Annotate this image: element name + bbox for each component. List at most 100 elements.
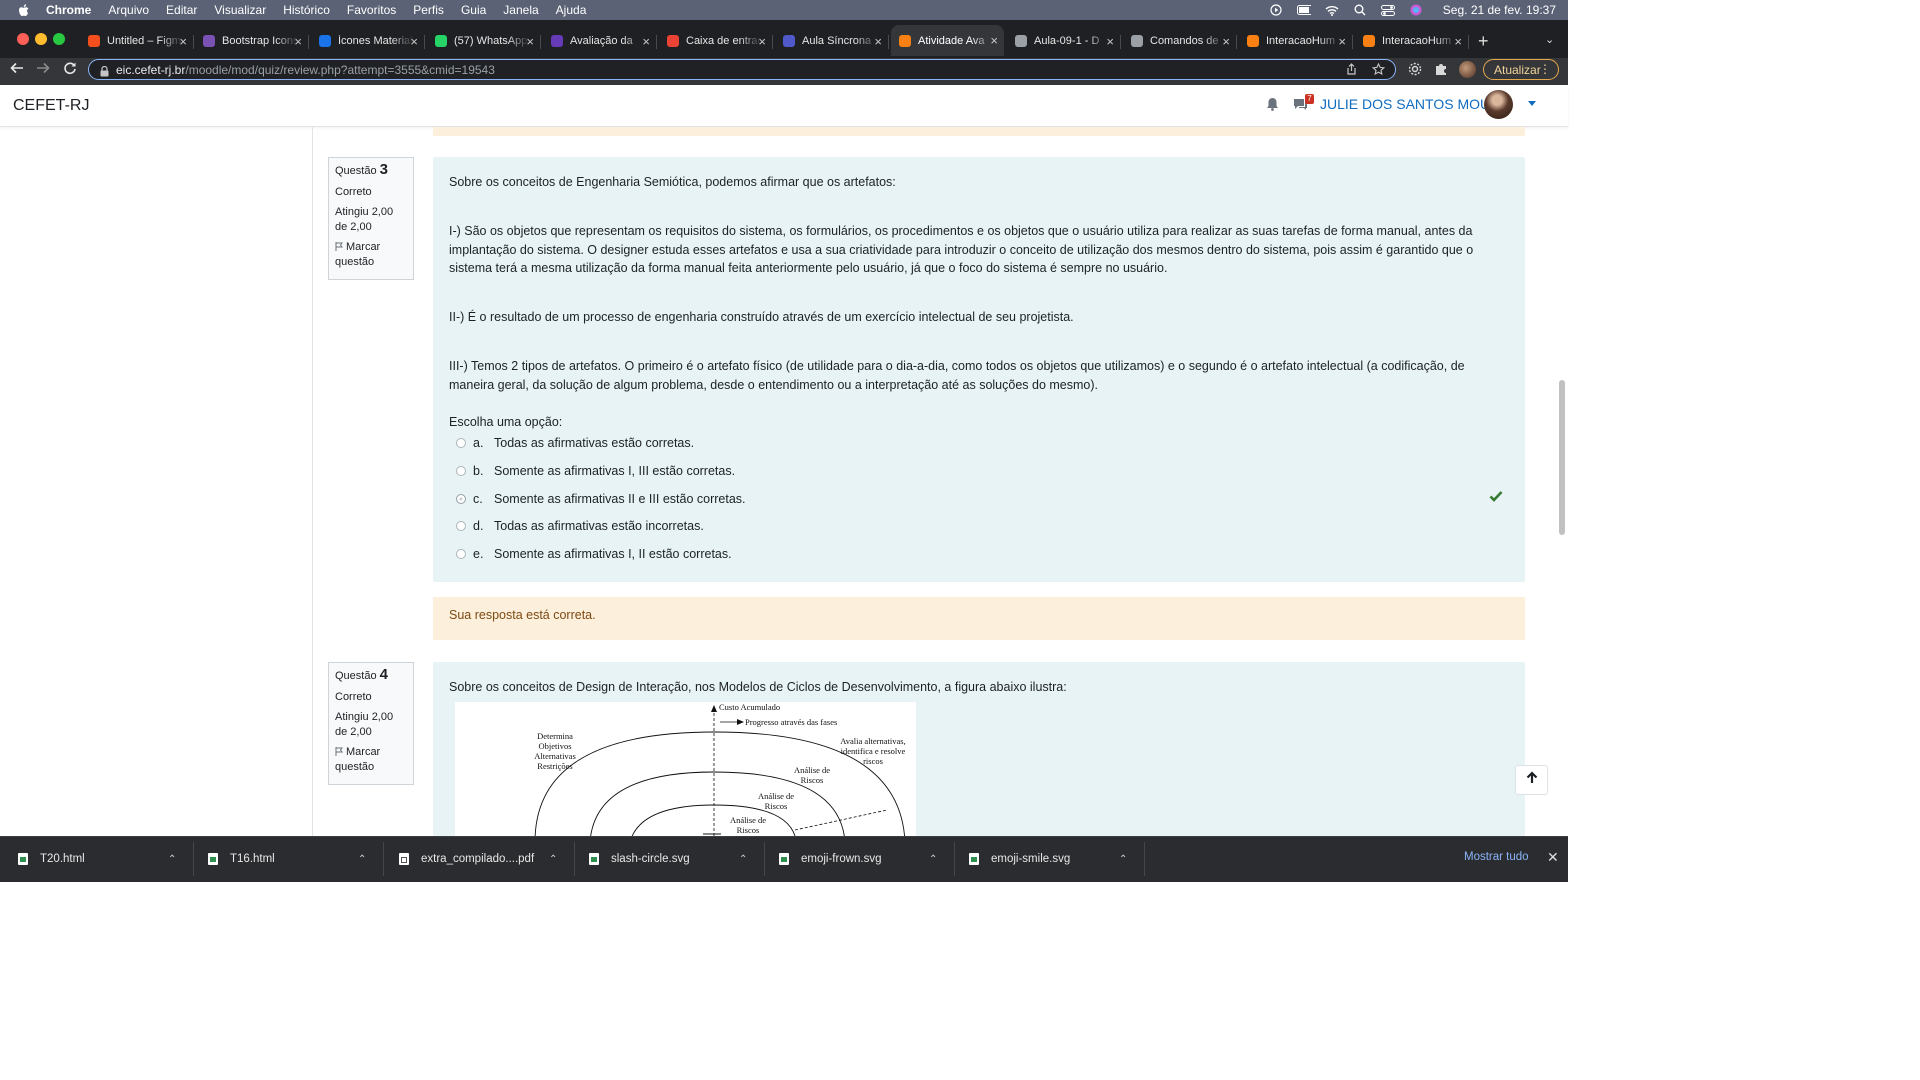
more-vert-icon[interactable]: ⋮ [1539,62,1551,76]
menu-visualizar[interactable]: Visualizar [214,3,266,17]
tab-close-icon[interactable]: × [179,34,187,49]
user-menu-name[interactable]: JULIE DOS SANTOS MOURA [1320,96,1510,112]
download-item[interactable]: extra_compilado....pdf ⌃ [399,836,569,882]
download-menu-chevron-icon[interactable]: ⌃ [1119,854,1127,865]
tab-3[interactable]: (57) WhatsApp × [427,27,541,55]
menu-guia[interactable]: Guia [461,3,486,17]
address-url[interactable]: eic.cefet-rj.br/moodle/mod/quiz/review.p… [116,63,495,77]
download-menu-chevron-icon[interactable]: ⌃ [739,854,747,865]
tab-close-icon[interactable]: × [990,33,998,48]
lock-icon[interactable] [100,64,109,77]
menu-janela[interactable]: Janela [503,3,538,17]
tab-close-icon[interactable]: × [874,34,882,49]
tab-1[interactable]: Bootstrap Icons × [195,27,309,55]
back-arrow-icon[interactable] [10,61,24,79]
tab-4[interactable]: Avaliação da × [543,27,657,55]
share-icon[interactable] [1346,63,1357,78]
show-all-downloads-link[interactable]: Mostrar tudo [1464,851,1529,863]
tab-7[interactable]: Atividade Ava × [891,25,1004,56]
battery-icon[interactable] [1296,4,1311,16]
window-close-button[interactable] [17,33,29,45]
question-3-flag[interactable]: Marcar questão [335,240,407,269]
update-button[interactable]: Atualizar ⋮ [1483,59,1559,80]
window-zoom-button[interactable] [53,33,65,45]
download-menu-chevron-icon[interactable]: ⌃ [168,854,176,865]
menu-ajuda[interactable]: Ajuda [556,3,587,17]
answer-radio[interactable] [456,493,466,504]
messages-count-badge: 7 [1305,94,1314,104]
tab-10[interactable]: InteracaoHum × [1239,27,1353,55]
file-icon [589,853,599,865]
download-menu-chevron-icon[interactable]: ⌃ [549,854,557,865]
answer-option-3[interactable]: d. Todas as afirmativas estão incorretas. [456,517,704,535]
tab-close-icon[interactable]: × [526,34,534,49]
extension-gear-icon[interactable] [1408,62,1422,79]
question-4-flag[interactable]: Marcar questão [335,745,407,774]
answer-text: Somente as afirmativas I, III estão corr… [494,463,736,478]
menu-arquivo[interactable]: Arquivo [108,3,149,17]
tab-9[interactable]: Comandos de × [1123,27,1237,55]
answer-option-0[interactable]: a. Todas as afirmativas estão corretas. [456,434,694,452]
tab-close-icon[interactable]: × [758,34,766,49]
answer-option-1[interactable]: b. Somente as afirmativas I, III estão co… [456,462,735,480]
answer-radio[interactable] [456,549,466,559]
spotlight-search-icon[interactable] [1353,4,1367,16]
answer-option-4[interactable]: e. Somente as afirmativas I, II estão cor… [456,545,732,563]
notifications-bell-icon[interactable] [1266,97,1280,112]
menubar-clock[interactable]: Seg. 21 de fev. 19:37 [1443,3,1556,17]
site-brand[interactable]: CEFET-RJ [13,97,89,115]
download-separator [954,842,955,876]
tab-close-icon[interactable]: × [642,34,650,49]
download-item[interactable]: slash-circle.svg ⌃ [589,836,759,882]
menu-historico[interactable]: Histórico [283,3,330,17]
answer-radio[interactable] [456,521,466,532]
forward-arrow-icon[interactable] [36,61,50,79]
menu-perfis[interactable]: Perfis [413,3,444,17]
control-center-icon[interactable] [1380,4,1395,16]
tab-2[interactable]: Ícones Material × [311,27,425,55]
profile-avatar[interactable] [1459,61,1476,78]
teams-icon [783,35,795,47]
wifi-icon[interactable] [1325,4,1339,16]
user-avatar[interactable] [1484,90,1513,119]
tab-close-icon[interactable]: × [1454,34,1462,49]
tab-search-chevron-icon[interactable]: ⌄ [1545,33,1554,46]
apple-icon[interactable] [16,3,30,17]
tab-11[interactable]: InteracaoHum × [1355,27,1469,55]
user-menu-caret-icon[interactable] [1528,101,1536,106]
menu-editar[interactable]: Editar [166,3,197,17]
download-item[interactable]: emoji-smile.svg ⌃ [969,836,1139,882]
tab-8[interactable]: Aula-09-1 - D × [1007,27,1121,55]
window-minimize-button[interactable] [35,33,47,45]
menu-app-name[interactable]: Chrome [46,3,91,17]
page-scrollbar[interactable] [1559,380,1565,535]
tab-close-icon[interactable]: × [410,34,418,49]
tab-5[interactable]: Caixa de entrada × [659,27,773,55]
download-item[interactable]: T16.html ⌃ [208,836,378,882]
answer-option-2[interactable]: c. Somente as afirmativas II e III estão … [456,490,746,508]
play-circle-icon[interactable] [1269,4,1283,16]
tab-6[interactable]: Aula Síncrona × [775,27,889,55]
download-filename: emoji-smile.svg [991,853,1071,865]
close-downloads-icon[interactable]: ✕ [1547,849,1559,866]
address-bar[interactable]: eic.cefet-rj.br/moodle/mod/quiz/review.p… [88,59,1396,80]
question-number: 4 [379,666,388,683]
bookmark-star-icon[interactable] [1371,62,1386,78]
siri-icon[interactable] [1409,4,1423,16]
tab-close-icon[interactable]: × [1222,34,1230,49]
answer-radio[interactable] [456,438,466,448]
tab-close-icon[interactable]: × [294,34,302,49]
answer-radio[interactable] [456,465,466,476]
download-item[interactable]: emoji-frown.svg ⌃ [779,836,949,882]
new-tab-button[interactable]: + [1478,31,1489,52]
menu-favoritos[interactable]: Favoritos [347,3,396,17]
download-menu-chevron-icon[interactable]: ⌃ [358,854,366,865]
back-to-top-button[interactable] [1515,765,1548,795]
download-item[interactable]: T20.html ⌃ [18,836,188,882]
reload-icon[interactable] [63,61,77,79]
download-menu-chevron-icon[interactable]: ⌃ [929,854,937,865]
extensions-puzzle-icon[interactable] [1434,62,1448,79]
tab-close-icon[interactable]: × [1338,34,1346,49]
tab-close-icon[interactable]: × [1106,34,1114,49]
tab-0[interactable]: Untitled – Figma × [80,27,194,55]
